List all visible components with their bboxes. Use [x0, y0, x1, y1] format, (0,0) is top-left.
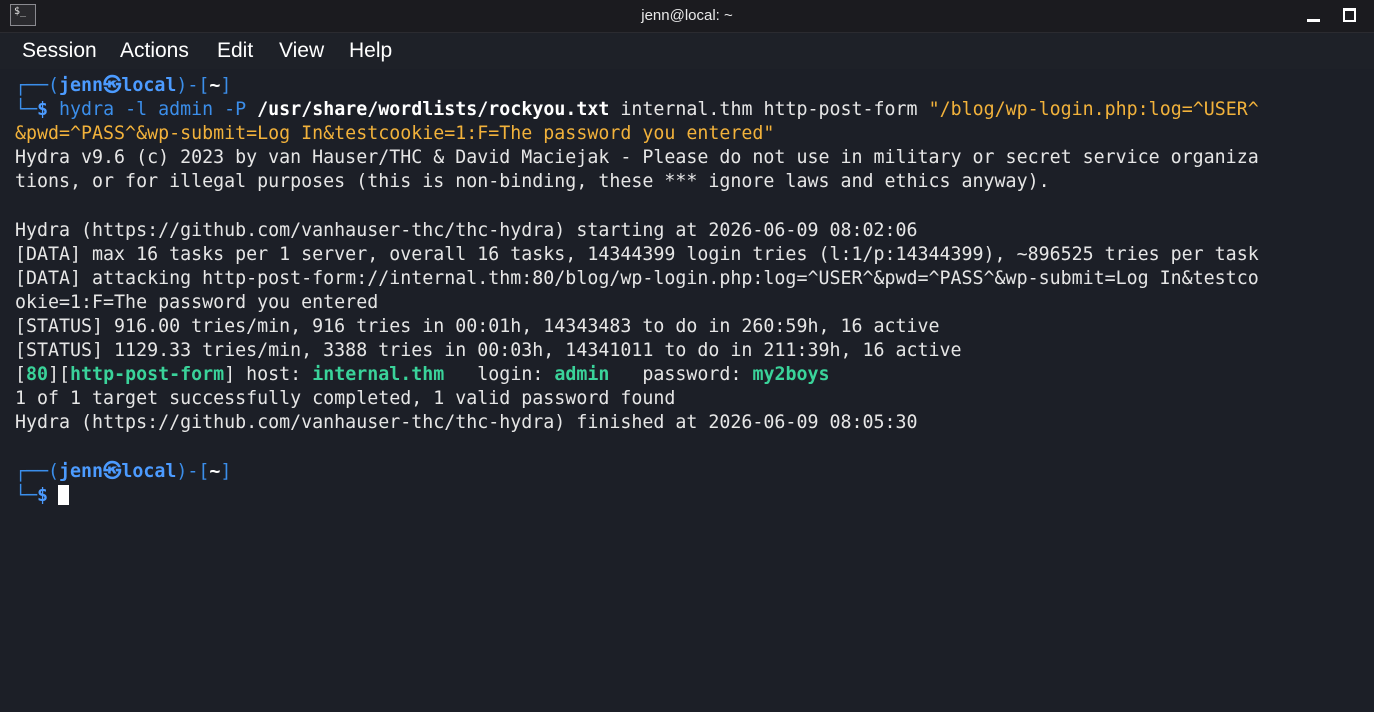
menu-actions[interactable]: Actions — [120, 33, 189, 69]
output-line: [DATA] max 16 tasks per 1 server, overal… — [15, 243, 1259, 265]
terminal-output[interactable]: ┌──(jenn㉿local)-[~] └─$ hydra -l admin -… — [0, 70, 1374, 712]
window-title: jenn@local: ~ — [641, 7, 733, 24]
menu-bar: Session Actions Edit View Help — [0, 33, 1374, 69]
command-line-wrap: &pwd=^PASS^&wp-submit=Log In&testcookie=… — [15, 123, 775, 145]
minimize-button[interactable] — [1304, 6, 1324, 26]
menu-session[interactable]: Session — [22, 33, 97, 69]
output-line: [STATUS] 916.00 tries/min, 916 tries in … — [15, 315, 940, 337]
prompt-line: ┌──(jenn㉿local)-[~] — [15, 460, 232, 482]
terminal-lines: ┌──(jenn㉿local)-[~] └─$ hydra -l admin -… — [15, 74, 1259, 508]
output-line: Hydra (https://github.com/vanhauser-thc/… — [15, 412, 918, 434]
output-line: Hydra (https://github.com/vanhauser-thc/… — [15, 219, 918, 241]
prompt-line: ┌──(jenn㉿local)-[~] — [15, 75, 232, 96]
output-line: okie=1:F=The password you entered — [15, 291, 379, 313]
output-line: 1 of 1 target successfully completed, 1 … — [15, 388, 676, 410]
menu-view[interactable]: View — [279, 33, 324, 69]
window-titlebar: $_ jenn@local: ~ — [0, 0, 1374, 33]
command-line: └─$ hydra -l admin -P /usr/share/wordlis… — [15, 99, 1259, 121]
result-line: [80][http-post-form] host: internal.thm … — [15, 364, 830, 386]
menu-help[interactable]: Help — [349, 33, 392, 69]
menu-edit[interactable]: Edit — [217, 33, 253, 69]
maximize-button[interactable] — [1340, 6, 1360, 26]
output-line: [DATA] attacking http-post-form://intern… — [15, 267, 1259, 289]
text-cursor — [58, 484, 70, 505]
output-line: Hydra v9.6 (c) 2023 by van Hauser/THC & … — [15, 147, 1259, 169]
output-line: [STATUS] 1129.33 tries/min, 3388 tries i… — [15, 340, 962, 362]
input-line[interactable]: └─$ — [15, 484, 1259, 508]
output-line: tions, or for illegal purposes (this is … — [15, 171, 1050, 193]
